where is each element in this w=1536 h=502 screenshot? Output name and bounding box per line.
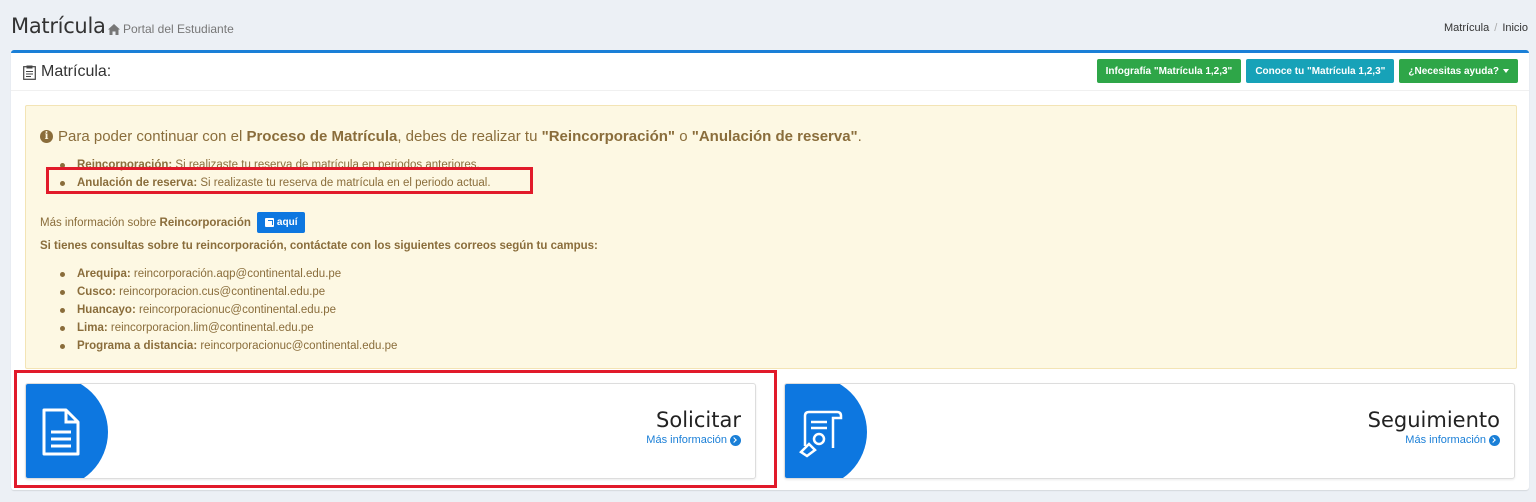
alert-headline: i Para poder continuar con el Proceso de… (40, 128, 862, 145)
headline-part: . (857, 128, 862, 145)
page-header: Matrícula Portal del Estudiante Matrícul… (0, 0, 1536, 48)
info-icon: i (40, 130, 53, 143)
headline-bold: "Anulación de reserva" (691, 128, 858, 145)
campus-email: reincorporacionuc@continental.edu.pe (135, 304, 337, 316)
box-title-text: Matrícula: (41, 63, 112, 80)
campus-email: reincorporacion.lim@continental.edu.pe (107, 322, 314, 334)
box-header: Matrícula: Infografía "Matrícula 1,2,3" … (11, 53, 1529, 91)
conoce-button[interactable]: Conoce tu "Matrícula 1,2,3" (1246, 59, 1395, 83)
headline-part: , debes de realizar tu (397, 128, 542, 145)
home-icon (108, 23, 120, 35)
help-dropdown-button[interactable]: ¿Necesitas ayuda? (1399, 59, 1518, 83)
card-title: Seguimiento (1367, 408, 1500, 432)
box-title: Matrícula: (23, 63, 111, 81)
arrow-circle-right-icon (1489, 434, 1500, 446)
campus-label: Lima: (77, 322, 108, 334)
headline-part: Para poder continuar con el (58, 128, 247, 145)
campus-label: Programa a distancia: (77, 340, 198, 352)
highlight-solicitar (14, 370, 777, 488)
breadcrumb-matricula[interactable]: Matrícula (1444, 22, 1489, 34)
aqui-label: aquí (276, 217, 298, 228)
more-info-bold: Reincorporación (159, 216, 251, 229)
breadcrumb-inicio: Inicio (1502, 22, 1528, 34)
campus-label: Arequipa: (77, 268, 131, 280)
infografia-button[interactable]: Infografía "Matrícula 1,2,3" (1096, 59, 1242, 83)
campus-label: Cusco: (77, 286, 116, 298)
more-info-prefix: Más información sobre (40, 216, 160, 229)
consult-text: Si tienes consultas sobre tu reincorpora… (40, 240, 598, 252)
list-item: Cusco: reincorporacion.cus@continental.e… (60, 283, 397, 301)
page-title: Matrícula (11, 14, 106, 38)
help-label: ¿Necesitas ayuda? (1408, 65, 1499, 77)
reincorporation-alert: i Para poder continuar con el Proceso de… (25, 105, 1517, 369)
campus-email: reincorporacion.cus@continental.edu.pe (115, 286, 326, 298)
highlight-anulacion (46, 167, 533, 194)
campus-label: Huancayo: (77, 304, 136, 316)
page-subtitle: Portal del Estudiante (108, 22, 234, 36)
aqui-button[interactable]: aquí (256, 212, 306, 233)
subtitle-text: Portal del Estudiante (123, 22, 234, 36)
campus-email: reincorporación.aqp@continental.edu.pe (130, 268, 342, 280)
more-info-row: Más información sobre Reincorporación aq… (40, 212, 306, 233)
headline-bold: "Reincorporación" (541, 128, 676, 145)
list-item: Arequipa: reincorporación.aqp@continenta… (60, 265, 397, 283)
more-info-text: Más información sobre Reincorporación (40, 217, 251, 229)
list-item: Programa a distancia: reincorporacionuc@… (60, 337, 397, 355)
breadcrumb: Matrícula / Inicio (1444, 22, 1528, 34)
list-item: Lima: reincorporacion.lim@continental.ed… (60, 319, 397, 337)
header-buttons: Infografía "Matrícula 1,2,3" Conoce tu "… (1096, 59, 1518, 83)
headline-part: o (675, 128, 692, 145)
card-link-text: Más información (1405, 434, 1486, 446)
headline-bold: Proceso de Matrícula (246, 128, 398, 145)
seguimiento-card[interactable]: Seguimiento Más información (784, 383, 1515, 479)
list-item: Huancayo: reincorporacionuc@continental.… (60, 301, 397, 319)
external-link-icon (264, 218, 274, 227)
caret-down-icon (1503, 69, 1509, 73)
breadcrumb-separator: / (1494, 22, 1498, 34)
campus-list: Arequipa: reincorporación.aqp@continenta… (60, 265, 397, 355)
alert-headline-text: Para poder continuar con el Proceso de M… (58, 128, 862, 145)
certificate-scroll-icon (799, 410, 843, 458)
clipboard-icon (23, 65, 36, 80)
campus-email: reincorporacionuc@continental.edu.pe (197, 340, 398, 352)
card-more-info-link[interactable]: Más información (1405, 434, 1500, 446)
